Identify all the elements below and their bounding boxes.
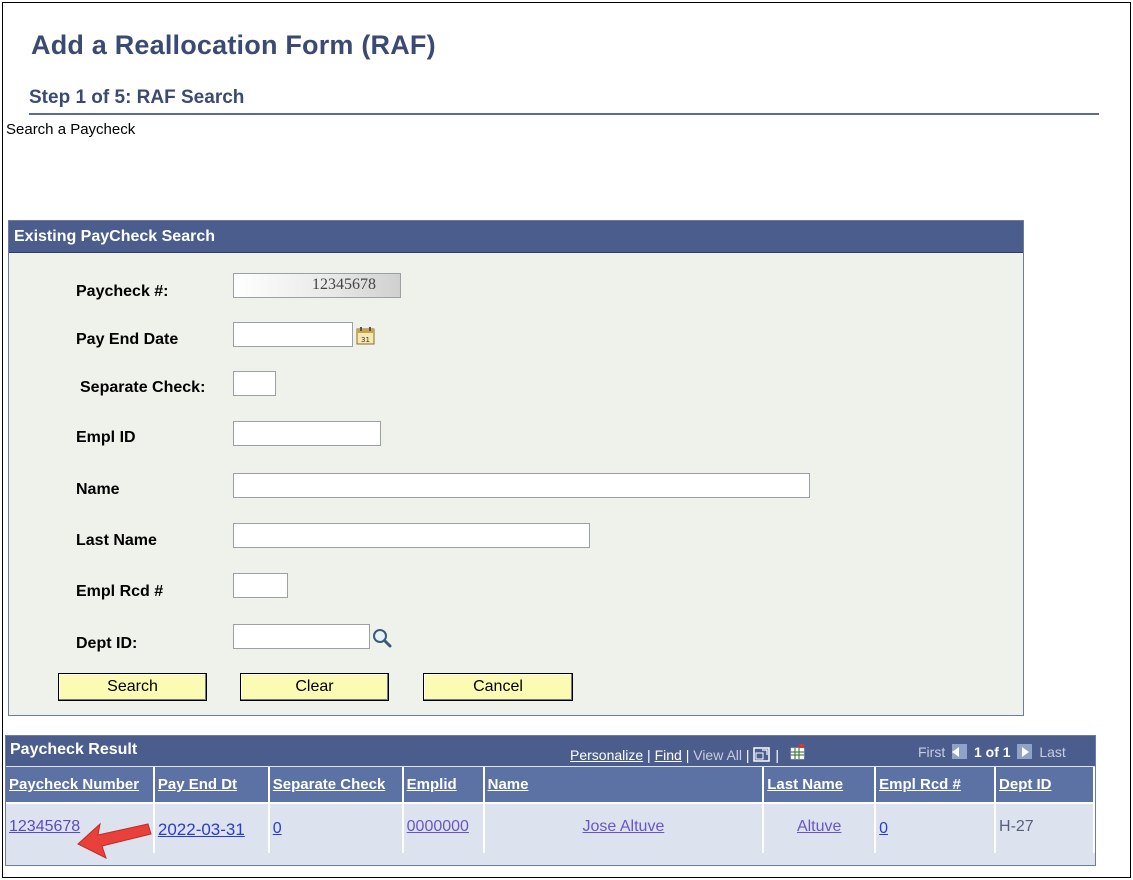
cell-name[interactable]: Jose Altuve xyxy=(483,803,765,853)
empl-rcd-link[interactable]: 0 xyxy=(879,820,888,837)
last-name-label: Last Name xyxy=(76,532,157,549)
pay-end-date-field[interactable] xyxy=(233,322,353,347)
name-link[interactable]: Jose Altuve xyxy=(583,818,665,835)
table-row: 12345678 2022-03-31 0 0000000 Jose Altuv… xyxy=(6,803,1095,853)
cell-empl-rcd[interactable]: 0 xyxy=(875,803,997,853)
annotation-arrow xyxy=(77,822,152,859)
paycheck-label: Paycheck #: xyxy=(76,283,169,300)
toolbar-separator: | xyxy=(647,747,651,763)
col-dept-id[interactable]: Dept ID xyxy=(995,767,1095,804)
cell-last-name[interactable]: Altuve xyxy=(763,803,877,853)
paycheck-number-link[interactable]: 12345678 xyxy=(9,818,80,835)
first-arrow-icon[interactable] xyxy=(952,744,968,759)
page-subtitle: Search a Paycheck xyxy=(6,121,136,138)
toolbar-separator: | xyxy=(685,747,690,763)
empl-id-label: Empl ID xyxy=(76,429,136,446)
toolbar-separator: | xyxy=(775,747,779,763)
search-button[interactable]: Search xyxy=(58,673,207,701)
col-paycheck-number[interactable]: Paycheck Number xyxy=(6,767,155,804)
view-all-link[interactable]: View All xyxy=(693,747,742,763)
col-emplid[interactable]: Emplid xyxy=(402,767,485,804)
separate-check-field[interactable] xyxy=(233,371,276,396)
name-label: Name xyxy=(76,481,120,498)
pay-end-date-label: Pay End Date xyxy=(76,331,179,348)
separate-check-link[interactable]: 0 xyxy=(273,820,282,837)
find-link[interactable]: Find xyxy=(655,747,682,763)
cell-pay-end-dt[interactable]: 2022-03-31 xyxy=(153,803,270,853)
row-count: 1 of 1 xyxy=(974,744,1011,760)
personalize-link[interactable]: Personalize xyxy=(570,747,643,763)
result-title: Paycheck Result xyxy=(10,741,138,758)
last-link[interactable]: Last xyxy=(1039,744,1065,760)
col-name[interactable]: Name xyxy=(483,767,765,804)
col-separate-check[interactable]: Separate Check xyxy=(268,767,404,804)
empl-rcd-field[interactable] xyxy=(233,573,288,598)
svg-text:31: 31 xyxy=(361,336,370,344)
step-divider xyxy=(29,113,1099,115)
col-pay-end-dt[interactable]: Pay End Dt xyxy=(153,767,270,804)
pay-end-dt-link[interactable]: 2022-03-31 xyxy=(158,820,245,839)
col-last-name[interactable]: Last Name xyxy=(763,767,877,804)
cancel-button[interactable]: Cancel xyxy=(423,673,573,701)
empl-id-field[interactable] xyxy=(233,421,381,446)
col-empl-rcd[interactable]: Empl Rcd # xyxy=(875,767,997,804)
empl-rcd-label: Empl Rcd # xyxy=(76,583,164,600)
page-title: Add a Reallocation Form (RAF) xyxy=(31,30,436,60)
dept-id-label: Dept ID: xyxy=(76,635,138,652)
paycheck-search-panel: Existing PayCheck Search Paycheck #: 123… xyxy=(8,220,1024,716)
grid-toolbar: Personalize | Find | View All | | xyxy=(570,744,807,763)
separate-check-label: Separate Check: xyxy=(80,379,206,396)
result-header: Paycheck Result Personalize | Find | Vie… xyxy=(6,736,1095,766)
first-link[interactable]: First xyxy=(918,744,945,760)
paycheck-field[interactable]: 12345678 xyxy=(233,273,401,298)
toolbar-separator: | xyxy=(745,747,750,763)
grid-navigation: First 1 of 1 Last xyxy=(918,744,1066,760)
emplid-link[interactable]: 0000000 xyxy=(407,818,469,835)
search-panel-header: Existing PayCheck Search xyxy=(9,221,1023,253)
last-arrow-icon[interactable] xyxy=(1017,744,1033,759)
step-title: Step 1 of 5: RAF Search xyxy=(29,87,245,108)
last-name-field[interactable] xyxy=(233,523,590,548)
calendar-icon[interactable]: 31 xyxy=(356,326,376,346)
cell-emplid[interactable]: 0000000 xyxy=(402,803,485,853)
paycheck-result-grid: Paycheck Result Personalize | Find | Vie… xyxy=(5,735,1096,866)
cell-separate-check[interactable]: 0 xyxy=(268,803,404,853)
result-table: Paycheck Number Pay End Dt Separate Chec… xyxy=(6,767,1095,853)
table-header-row: Paycheck Number Pay End Dt Separate Chec… xyxy=(6,767,1095,804)
dept-id-field[interactable] xyxy=(233,624,370,649)
zoom-grid-icon[interactable] xyxy=(753,747,771,763)
cell-dept-id: H-27 xyxy=(995,803,1095,853)
download-excel-icon[interactable] xyxy=(789,744,807,762)
clear-button[interactable]: Clear xyxy=(240,673,389,701)
name-field[interactable] xyxy=(233,473,810,498)
lookup-magnifier-icon[interactable] xyxy=(371,627,393,649)
last-name-link[interactable]: Altuve xyxy=(797,818,841,835)
